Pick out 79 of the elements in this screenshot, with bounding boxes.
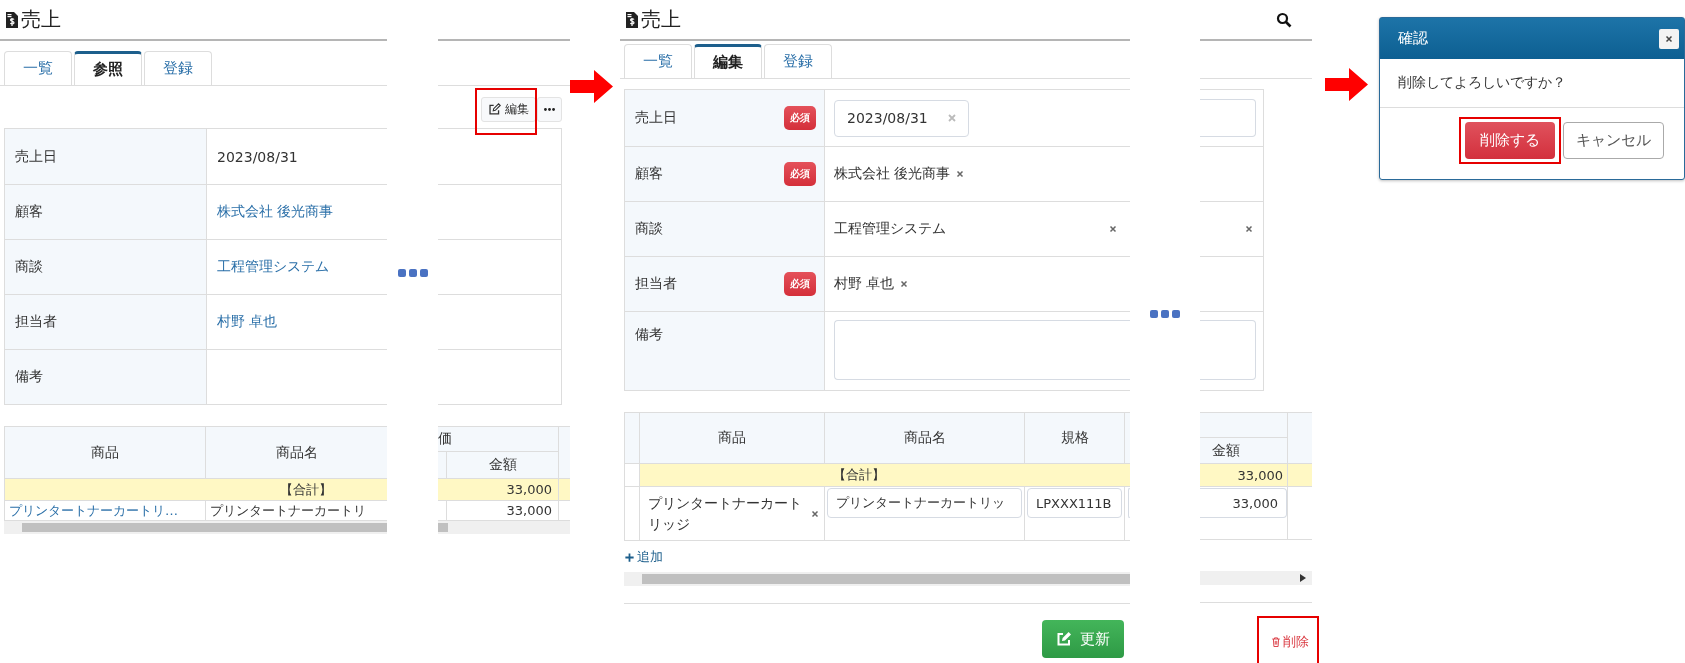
field-value: 村野 卓也 (834, 275, 895, 293)
field-label: 備考 (15, 368, 43, 386)
field-label: 商談 (635, 220, 663, 238)
clear-icon[interactable] (1244, 224, 1254, 234)
column-header: 規格 (1060, 429, 1089, 447)
field-label: 担当者 (15, 313, 57, 331)
column-header: 金額 (488, 456, 517, 474)
input-field[interactable]: プリンタートナーカートリッ (827, 488, 1022, 518)
close-button[interactable] (1659, 28, 1679, 49)
field-label: 売上日 (15, 147, 57, 166)
update-button[interactable]: 更新 (1042, 620, 1124, 658)
arrow-icon (570, 70, 613, 103)
total-label: 【合計】 (280, 480, 332, 499)
field-label: 商談 (15, 258, 43, 276)
field-label: 売上日 (635, 109, 677, 127)
tab[interactable]: 登録 (144, 51, 212, 85)
tab[interactable]: 一覧 (624, 44, 692, 78)
delete-link[interactable]: 削除 (1270, 633, 1309, 651)
input-field[interactable] (1200, 99, 1256, 137)
plus-icon (624, 551, 635, 563)
edit-icon (1056, 631, 1072, 647)
column-header: 商品 (718, 429, 746, 447)
edit-icon (488, 103, 501, 116)
required-badge: 必須 (784, 106, 816, 130)
column-header: 商品名 (275, 443, 318, 462)
dialog-message: 削除してよろしいですか？ (1398, 74, 1566, 92)
field-label: 担当者 (635, 275, 677, 293)
tab[interactable]: 参照 (74, 51, 142, 85)
column-header: 商品名 (903, 429, 946, 447)
column-header: 商品 (91, 443, 119, 462)
confirm-button[interactable]: 削除する (1465, 122, 1555, 159)
ellipsis-icon (1149, 309, 1181, 319)
tab[interactable]: 編集 (694, 44, 762, 78)
ellipsis-icon (396, 268, 429, 278)
required-badge: 必須 (784, 162, 816, 186)
page-title: 売上 (21, 6, 61, 33)
total-amount: 33,000 (1237, 467, 1283, 483)
date-field[interactable]: 2023/08/31 (834, 99, 969, 137)
scroll-arrow-icon[interactable] (1300, 574, 1306, 582)
total-amount: 33,000 (506, 482, 552, 497)
field-link[interactable]: 村野 卓也 (217, 313, 278, 331)
field-value: 2023/08/31 (217, 148, 298, 165)
clear-icon[interactable] (810, 508, 820, 519)
search-icon[interactable] (1276, 11, 1292, 28)
trash-icon (1270, 635, 1282, 649)
column-header: 金額 (1212, 441, 1240, 460)
document-icon (4, 9, 20, 30)
field-label: 顧客 (635, 165, 663, 183)
dialog-title: 確認 (1398, 29, 1428, 48)
field-label: 備考 (635, 326, 663, 344)
input-field[interactable]: 33,000 (1200, 488, 1287, 518)
required-badge: 必須 (784, 272, 816, 296)
total-label: 【合計】 (833, 466, 885, 484)
clear-icon[interactable] (899, 279, 910, 289)
page-title: 売上 (641, 6, 681, 33)
tab[interactable]: 一覧 (4, 51, 72, 85)
table-cell: 33,000 (506, 503, 552, 518)
cancel-button[interactable]: キャンセル (1563, 122, 1664, 159)
add-link[interactable]: 追加 (624, 549, 663, 565)
edit-button[interactable]: 編集 (481, 97, 536, 122)
clear-icon[interactable] (955, 169, 966, 179)
tab[interactable]: 登録 (764, 44, 832, 78)
field-link[interactable]: 工程管理システム (217, 258, 329, 276)
table-cell: プリンタートナーカートリ (210, 501, 366, 520)
field-label: 顧客 (15, 203, 43, 221)
textarea-field[interactable] (1200, 320, 1256, 380)
field-value: 工程管理システム (834, 220, 946, 238)
clear-icon[interactable] (1108, 224, 1118, 234)
document-icon (624, 9, 640, 30)
field-link[interactable]: 株式会社 後光商事 (217, 203, 334, 221)
textarea-field[interactable] (834, 320, 1130, 380)
arrow-icon (1325, 68, 1368, 101)
field-value: 株式会社 後光商事 (834, 165, 951, 183)
table-cell-text: プリンタートナーカートリッジ (648, 493, 803, 534)
close-icon (1664, 33, 1674, 44)
column-header: 価 (438, 430, 452, 448)
more-button[interactable] (537, 97, 562, 122)
input-field[interactable]: LPXXX111B (1027, 488, 1122, 518)
product-link[interactable]: プリンタートナーカートリ… (9, 501, 178, 520)
